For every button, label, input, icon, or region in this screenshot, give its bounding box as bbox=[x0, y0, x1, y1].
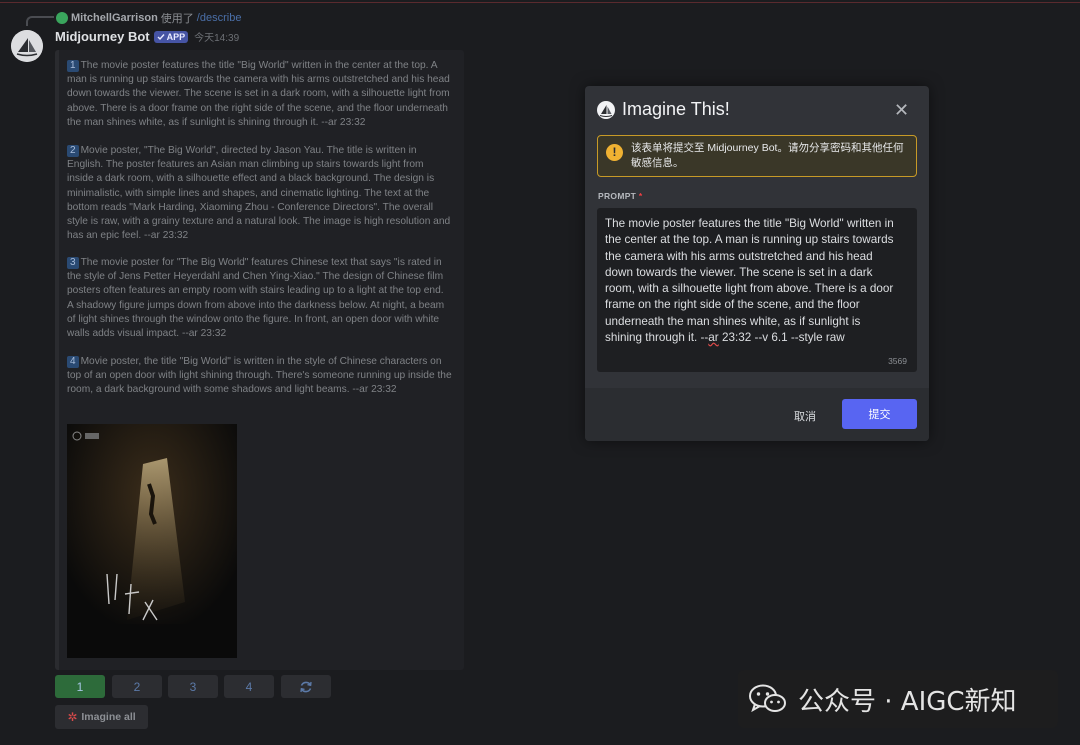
description-number: 3 bbox=[67, 257, 79, 269]
description-text: The movie poster for "The Big World" fea… bbox=[67, 257, 445, 340]
refresh-icon bbox=[300, 681, 312, 692]
bot-avatar[interactable] bbox=[11, 30, 43, 62]
prompt-textarea[interactable]: The movie poster features the title "Big… bbox=[597, 208, 917, 372]
imagine-all-button[interactable]: ✲ Imagine all bbox=[55, 705, 148, 729]
wechat-icon bbox=[749, 684, 786, 713]
modal-title: Imagine This! bbox=[622, 99, 730, 119]
refresh-button[interactable] bbox=[281, 675, 331, 698]
app-badge: APP bbox=[153, 30, 189, 43]
midjourney-logo-icon bbox=[597, 101, 615, 119]
reply-command[interactable]: /describe bbox=[197, 12, 242, 24]
imagine-modal: Imagine This! ✕ ! 该表单将提交至 Midjourney Bot… bbox=[585, 86, 929, 441]
reply-used-text: 使用了 bbox=[160, 13, 194, 25]
submit-button[interactable]: 提交 bbox=[842, 399, 917, 429]
description-text: The movie poster features the title "Big… bbox=[67, 60, 450, 128]
prompt-tail-text: 23:32 --v 6.1 --style raw bbox=[718, 331, 845, 345]
description-number: 1 bbox=[67, 60, 79, 72]
description-3: 3 The movie poster for "The Big World" fe… bbox=[67, 256, 452, 341]
warning-icon: ! bbox=[606, 144, 623, 161]
required-asterisk: * bbox=[638, 191, 643, 201]
description-text: Movie poster, "The Big World", directed … bbox=[67, 145, 451, 242]
button-label: 2 bbox=[133, 679, 141, 694]
button-label: 4 bbox=[245, 679, 253, 694]
upscale-button-1[interactable]: 1 bbox=[55, 675, 105, 698]
reply-connector bbox=[26, 16, 54, 26]
cancel-button[interactable]: 取消 bbox=[780, 405, 830, 426]
description-text: Movie poster, the title "Big World" is w… bbox=[67, 356, 452, 396]
description-number: 2 bbox=[67, 145, 79, 157]
button-label: 3 bbox=[189, 679, 197, 694]
prompt-label-text: PROMPT bbox=[598, 191, 637, 201]
watermark-text: 公众号 · AIGC新知 bbox=[798, 686, 1017, 717]
reply-username[interactable]: MitchellGarrison bbox=[71, 12, 158, 24]
message-header: Midjourney Bot APP 今天14:39 bbox=[55, 29, 239, 44]
description-2: 2 Movie poster, "The Big World", directed… bbox=[67, 144, 452, 243]
prompt-main-text: The movie poster features the title "Big… bbox=[605, 217, 894, 345]
warning-text: 该表单将提交至 Midjourney Bot。请勿分享密码和其他任何敏感信息。 bbox=[631, 142, 904, 169]
check-icon bbox=[157, 33, 165, 40]
close-icon[interactable]: ✕ bbox=[894, 100, 909, 120]
watermark: 公众号 · AIGC新知 bbox=[738, 670, 1058, 728]
timestamp: 今天14:39 bbox=[194, 33, 240, 44]
prompt-text[interactable]: The movie poster features the title "Big… bbox=[605, 216, 895, 346]
warning-banner: ! 该表单将提交至 Midjourney Bot。请勿分享密码和其他任何敏感信息… bbox=[597, 135, 917, 177]
app-badge-label: APP bbox=[166, 31, 186, 42]
upscale-button-3[interactable]: 3 bbox=[168, 675, 218, 698]
bot-name[interactable]: Midjourney Bot bbox=[55, 29, 150, 44]
prompt-spellcheck-word: ar bbox=[708, 331, 719, 345]
character-count: 3569 bbox=[888, 356, 907, 366]
imagine-all-label: Imagine all bbox=[81, 711, 136, 723]
description-4: 4 Movie poster, the title "Big World" is … bbox=[67, 355, 452, 398]
prompt-label: PROMPT * bbox=[598, 191, 642, 201]
upscale-button-2[interactable]: 2 bbox=[112, 675, 162, 698]
top-divider bbox=[0, 2, 1080, 3]
description-number: 4 bbox=[67, 356, 79, 368]
upscale-button-4[interactable]: 4 bbox=[224, 675, 274, 698]
description-1: 1 The movie poster features the title "Bi… bbox=[67, 59, 452, 130]
magic-wand-icon: ✲ bbox=[67, 710, 78, 724]
button-label: 1 bbox=[76, 679, 84, 694]
user-mini-avatar bbox=[56, 12, 68, 24]
reply-reference[interactable]: MitchellGarrison 使用了 /describe bbox=[56, 10, 241, 26]
poster-image[interactable] bbox=[67, 424, 237, 658]
